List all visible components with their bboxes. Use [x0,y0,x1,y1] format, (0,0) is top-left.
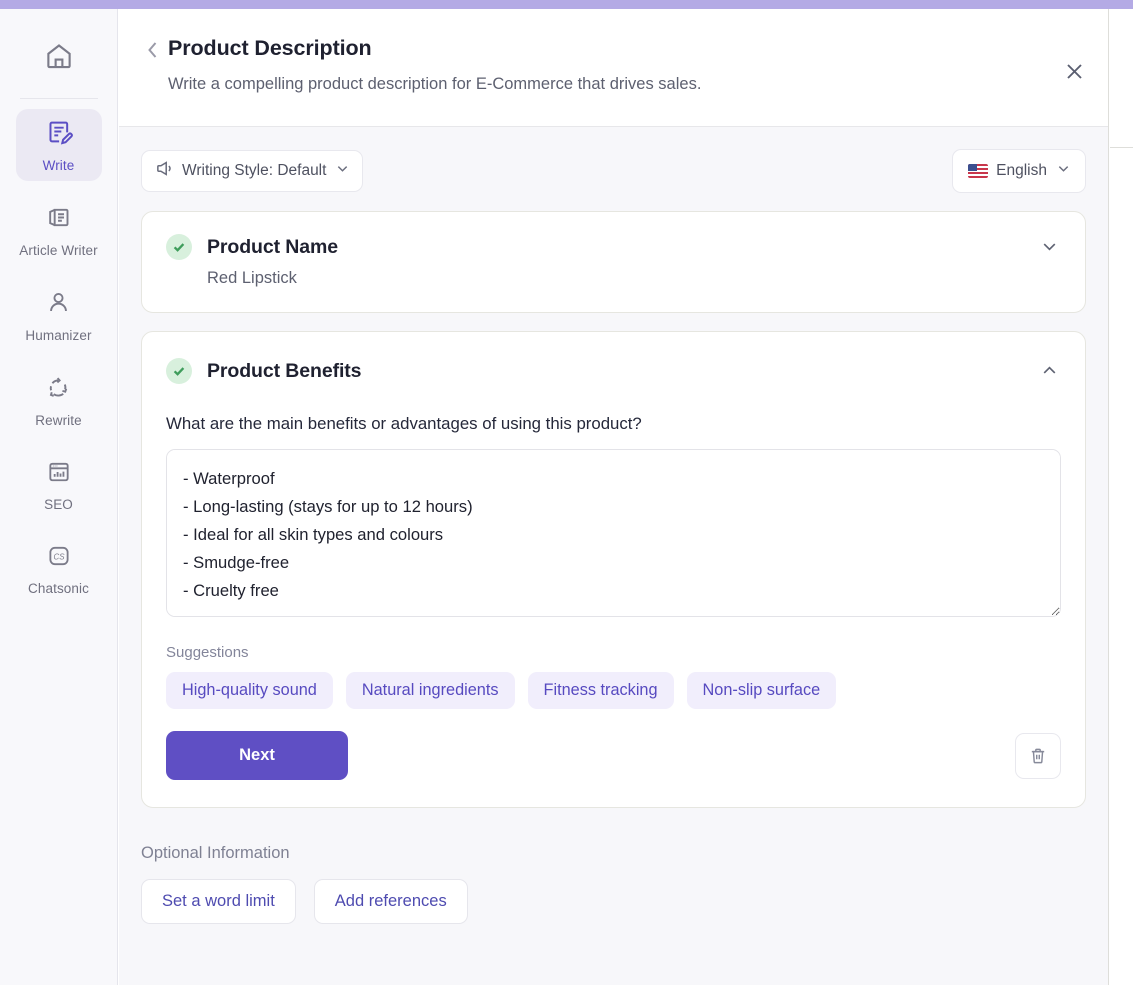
product-name-value: Red Lipstick [207,269,297,287]
sidebar-item-humanizer[interactable]: Humanizer [16,280,102,351]
suggestion-chip[interactable]: Fitness tracking [527,672,674,709]
chevron-down-icon [1057,162,1070,180]
sidebar-item-label: Article Writer [19,243,98,258]
check-circle-icon [166,358,192,384]
header-title-row: Product Description [119,35,1108,62]
sidebar-divider [19,98,98,99]
sidebar-item-chatsonic[interactable]: CS Chatsonic [16,534,102,604]
us-flag-icon [968,164,989,178]
card-product-benefits: Product Benefits What are the main benef… [141,331,1086,808]
writing-style-dropdown[interactable]: Writing Style: Default [141,150,364,192]
card-title: Product Benefits [207,359,362,382]
panel-header: Product Description Write a compelling p… [119,9,1108,127]
language-dropdown[interactable]: English [952,149,1086,193]
set-word-limit-button[interactable]: Set a word limit [141,879,296,924]
chevron-down-icon [336,162,349,180]
card-product-name: Product Name Red Lipstick [141,211,1086,313]
trash-icon[interactable] [1015,732,1061,779]
optional-information: Optional Information Set a word limit Ad… [119,826,1108,924]
language-label: English [996,162,1047,179]
optional-label: Optional Information [141,844,290,862]
chevron-up-icon[interactable] [1035,356,1063,384]
sidebar-item-label: SEO [44,497,73,512]
article-icon [45,204,72,236]
close-icon[interactable] [1058,55,1090,87]
write-icon [45,118,73,151]
cs-icon: CS [45,543,73,574]
right-divider [1110,147,1133,148]
sidebar-item-label: Rewrite [35,413,82,428]
benefits-question: What are the main benefits or advantages… [166,414,642,433]
sidebar-item-article-writer[interactable]: Article Writer [16,195,102,266]
svg-text:CS: CS [53,552,65,561]
card-title: Product Name [207,235,338,258]
sidebar-item-write[interactable]: Write [15,109,102,181]
app-root: Write Article Writer Humanizer Rewrite S… [0,0,1133,985]
chevron-left-icon[interactable] [141,38,163,62]
benefits-textarea-wrap [142,435,1085,622]
sidebar-item-home[interactable] [16,25,102,84]
check-circle-icon [166,234,192,260]
sidebar: Write Article Writer Humanizer Rewrite S… [0,9,118,985]
card-header[interactable]: Product Name [142,212,1085,260]
suggestions-label: Suggestions [166,644,249,661]
person-icon [45,289,72,321]
refresh-icon [45,374,72,406]
page-subtitle: Write a compelling product description f… [168,75,702,93]
analytics-icon [46,459,72,490]
writing-style-label: Writing Style: Default [182,162,327,179]
next-button[interactable]: Next [166,731,348,780]
suggestion-chip[interactable]: Natural ingredients [345,672,515,709]
page-title: Product Description [168,36,372,60]
card-header[interactable]: Product Benefits [142,332,1085,384]
suggestion-chip[interactable]: High-quality sound [166,672,333,709]
card-actions: Next [142,709,1085,807]
chevron-down-icon[interactable] [1035,232,1063,260]
optional-buttons: Set a word limit Add references [141,879,1086,924]
sidebar-item-rewrite[interactable]: Rewrite [16,365,102,436]
toolbar: Writing Style: Default English [119,127,1108,193]
sidebar-item-label: Write [42,158,75,173]
cards-container: Product Name Red Lipstick Product Benefi… [119,193,1108,808]
megaphone-icon [155,159,174,183]
sidebar-item-seo[interactable]: SEO [16,450,102,520]
benefits-input[interactable] [166,449,1061,617]
suggestion-chip[interactable]: Non-slip surface [686,672,837,709]
suggestions-list: High-quality sound Natural ingredients F… [142,661,1085,709]
top-accent-bar [0,0,1133,9]
add-references-button[interactable]: Add references [313,879,468,924]
home-icon [44,41,74,76]
main-panel: Product Description Write a compelling p… [119,9,1109,985]
sidebar-item-label: Humanizer [25,328,92,343]
sidebar-item-label: Chatsonic [28,581,89,596]
